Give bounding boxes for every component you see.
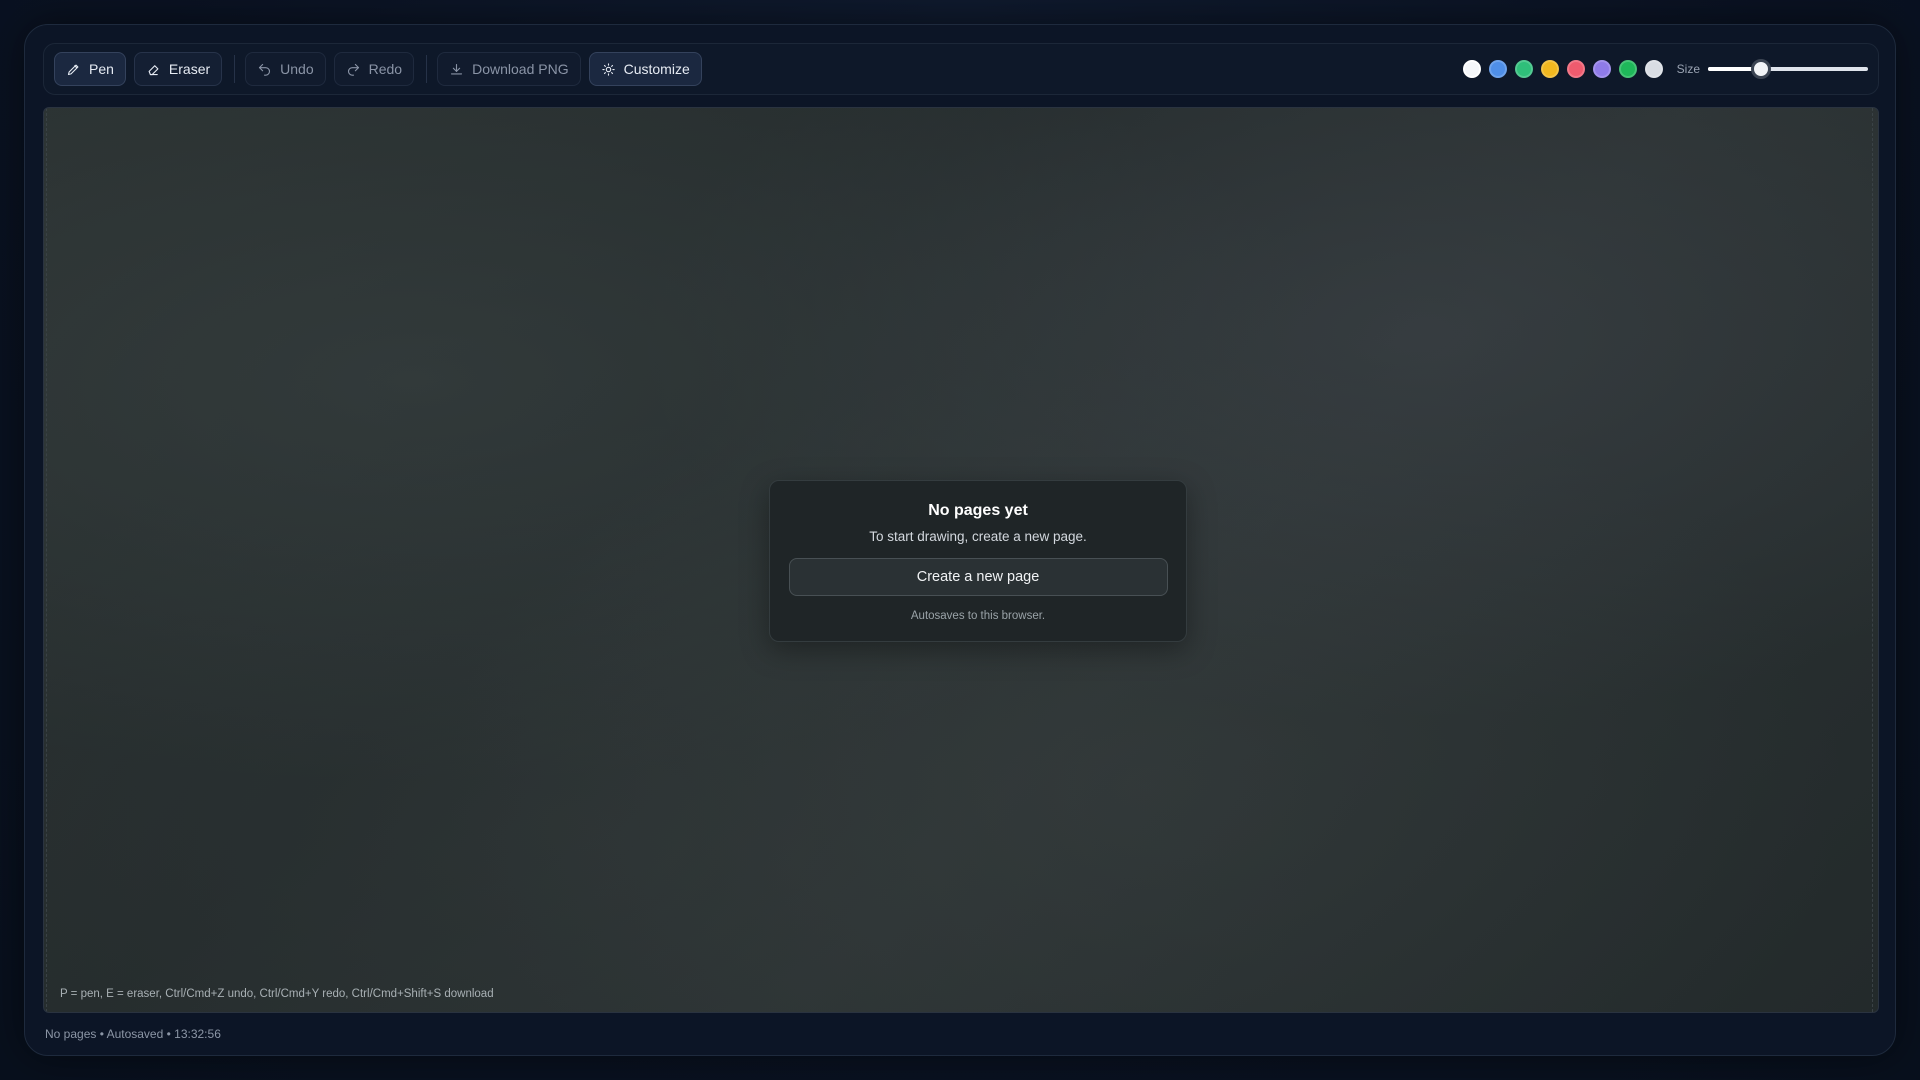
- redo-label: Redo: [368, 61, 403, 77]
- eraser-icon: [148, 64, 159, 75]
- sun-icon: [601, 62, 615, 76]
- color-swatch-white[interactable]: [1462, 60, 1481, 78]
- download-icon: [451, 63, 463, 74]
- pen-label: Pen: [89, 61, 114, 77]
- toolbar: Pen Eraser Undo Redo Download PNG Custom…: [43, 43, 1879, 95]
- eraser-button[interactable]: Eraser: [133, 52, 223, 86]
- toolbar-divider: [234, 55, 236, 83]
- redo-button[interactable]: Redo: [333, 52, 415, 86]
- color-swatch-bright-green[interactable]: [1618, 60, 1637, 78]
- download-png-button[interactable]: Download PNG: [437, 52, 581, 86]
- undo-button[interactable]: Undo: [245, 52, 326, 86]
- color-swatch-purple[interactable]: [1592, 60, 1611, 78]
- color-swatch-light-gray[interactable]: [1644, 60, 1663, 78]
- color-swatch-red[interactable]: [1566, 60, 1585, 78]
- pen-icon: [67, 64, 79, 75]
- download-label: Download PNG: [472, 61, 569, 77]
- size-slider[interactable]: [1708, 59, 1868, 79]
- autosave-note: Autosaves to this browser.: [910, 610, 1046, 622]
- color-swatches: [1462, 60, 1663, 78]
- status-bar-text: No pages • Autosaved • 13:32:56: [45, 1027, 221, 1041]
- toolbar-divider: [426, 55, 428, 83]
- color-swatch-yellow[interactable]: [1540, 60, 1559, 78]
- color-swatch-green[interactable]: [1514, 60, 1533, 78]
- empty-state-title: No pages yet: [928, 502, 1028, 519]
- color-swatch-blue[interactable]: [1488, 60, 1507, 78]
- size-label: Size: [1676, 62, 1700, 76]
- empty-state-subtitle: To start drawing, create a new page.: [869, 529, 1087, 544]
- customize-button[interactable]: Customize: [588, 52, 702, 86]
- drawing-canvas[interactable]: No pages yet To start drawing, create a …: [43, 107, 1879, 1013]
- create-new-page-button[interactable]: Create a new page: [788, 558, 1168, 596]
- eraser-label: Eraser: [168, 61, 211, 77]
- keyboard-shortcuts-hint: P = pen, E = eraser, Ctrl/Cmd+Z undo, Ct…: [60, 988, 494, 1000]
- undo-label: Undo: [280, 61, 314, 77]
- size-slider-thumb[interactable]: [1750, 59, 1771, 79]
- canvas-edge: [46, 108, 50, 1012]
- canvas-edge: [1872, 108, 1876, 1012]
- customize-label: Customize: [623, 61, 690, 77]
- undo-icon: [259, 63, 271, 76]
- pen-button[interactable]: Pen: [54, 52, 126, 86]
- redo-icon: [347, 63, 359, 76]
- app-frame: Pen Eraser Undo Redo Download PNG Custom…: [24, 24, 1896, 1056]
- empty-state-dialog: No pages yet To start drawing, create a …: [769, 480, 1187, 642]
